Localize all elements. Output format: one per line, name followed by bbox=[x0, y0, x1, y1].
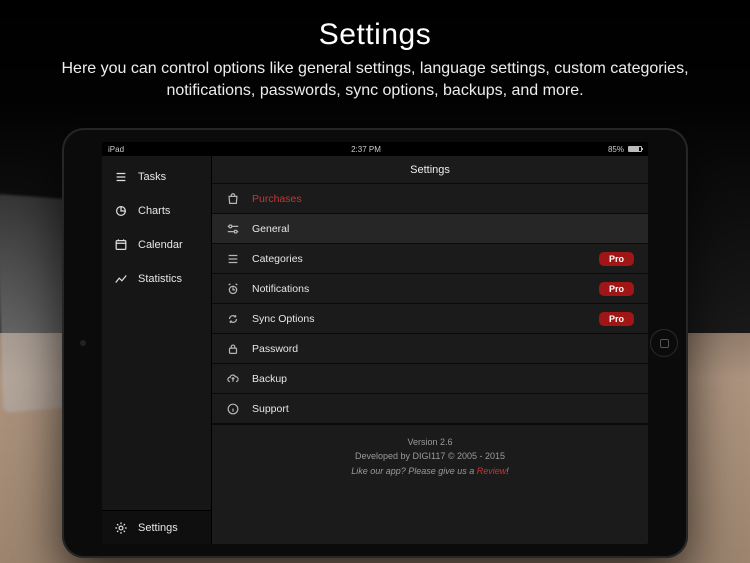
review-prefix: Like our app? Please give us a bbox=[351, 466, 477, 476]
sidebar-item-tasks[interactable]: Tasks bbox=[102, 160, 211, 194]
tablet-camera bbox=[80, 340, 86, 346]
sync-icon bbox=[226, 312, 240, 326]
sidebar-item-statistics[interactable]: Statistics bbox=[102, 262, 211, 296]
settings-row-support[interactable]: Support bbox=[212, 394, 648, 424]
sidebar-item-calendar[interactable]: Calendar bbox=[102, 228, 211, 262]
settings-row-label: Categories bbox=[252, 253, 587, 265]
status-battery-text: 85% bbox=[608, 145, 624, 154]
promo-subtitle: Here you can control options like genera… bbox=[0, 58, 750, 101]
list-icon bbox=[226, 252, 240, 266]
sidebar-item-charts[interactable]: Charts bbox=[102, 194, 211, 228]
pro-badge: Pro bbox=[599, 312, 634, 326]
settings-row-backup[interactable]: Backup bbox=[212, 364, 648, 394]
settings-row-label: Backup bbox=[252, 373, 634, 385]
settings-row-sync[interactable]: Sync Options Pro bbox=[212, 304, 648, 334]
settings-row-label: General bbox=[252, 223, 634, 235]
status-bar: iPad 2:37 PM 85% bbox=[102, 142, 648, 156]
settings-row-purchases[interactable]: Purchases bbox=[212, 184, 648, 214]
settings-row-categories[interactable]: Categories Pro bbox=[212, 244, 648, 274]
bag-icon bbox=[226, 192, 240, 206]
list-icon bbox=[114, 170, 128, 184]
pie-chart-icon bbox=[114, 204, 128, 218]
status-time: 2:37 PM bbox=[351, 145, 381, 154]
sidebar-item-settings[interactable]: Settings bbox=[102, 510, 211, 544]
settings-row-general[interactable]: General bbox=[212, 214, 648, 244]
settings-row-password[interactable]: Password bbox=[212, 334, 648, 364]
settings-row-label: Purchases bbox=[252, 193, 634, 205]
promo-title: Settings bbox=[0, 18, 750, 52]
alarm-icon bbox=[226, 282, 240, 296]
lock-icon bbox=[226, 342, 240, 356]
review-suffix: ! bbox=[506, 466, 509, 476]
review-link[interactable]: Review bbox=[477, 466, 507, 476]
battery-icon bbox=[628, 146, 642, 152]
pro-badge: Pro bbox=[599, 282, 634, 296]
sidebar-item-label: Calendar bbox=[138, 239, 183, 251]
settings-row-label: Sync Options bbox=[252, 313, 587, 325]
home-button[interactable] bbox=[650, 329, 678, 357]
sidebar-item-label: Tasks bbox=[138, 171, 166, 183]
line-chart-icon bbox=[114, 272, 128, 286]
sidebar-item-label: Settings bbox=[138, 522, 178, 534]
tablet-screen: iPad 2:37 PM 85% bbox=[102, 142, 648, 544]
calendar-icon bbox=[114, 238, 128, 252]
settings-panel: Settings Purchases General bbox=[212, 156, 648, 544]
sidebar: Tasks Charts Calendar bbox=[102, 156, 212, 544]
sidebar-item-label: Charts bbox=[138, 205, 170, 217]
pro-badge: Pro bbox=[599, 252, 634, 266]
settings-row-label: Support bbox=[252, 403, 634, 415]
settings-row-label: Password bbox=[252, 343, 634, 355]
status-device-label: iPad bbox=[108, 145, 124, 154]
settings-row-notifications[interactable]: Notifications Pro bbox=[212, 274, 648, 304]
sidebar-item-label: Statistics bbox=[138, 273, 182, 285]
cloud-upload-icon bbox=[226, 372, 240, 386]
page-title: Settings bbox=[212, 156, 648, 184]
gear-icon bbox=[114, 521, 128, 535]
developer-label: Developed by DIGI117 © 2005 - 2015 bbox=[220, 449, 640, 463]
version-label: Version 2.6 bbox=[220, 435, 640, 449]
settings-footer: Version 2.6 Developed by DIGI117 © 2005 … bbox=[212, 424, 648, 492]
settings-row-label: Notifications bbox=[252, 283, 587, 295]
sliders-icon bbox=[226, 222, 240, 236]
info-icon bbox=[226, 402, 240, 416]
tablet-frame: iPad 2:37 PM 85% bbox=[62, 128, 688, 558]
